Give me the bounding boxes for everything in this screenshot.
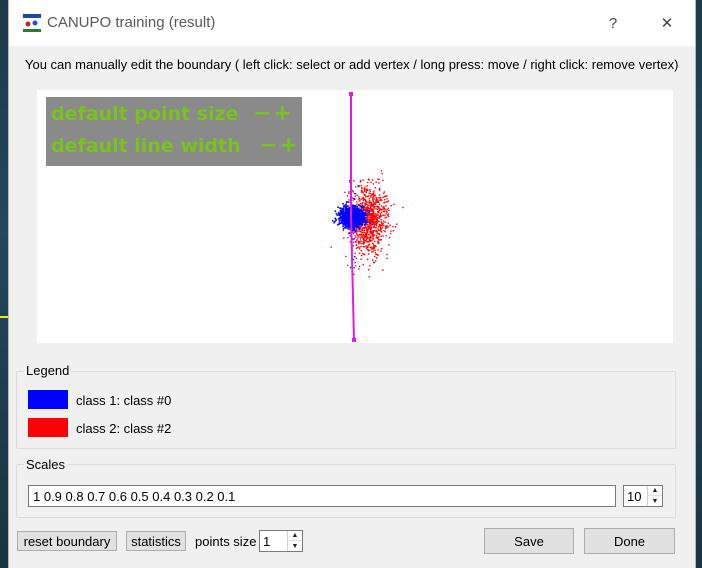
line-width-plus-button[interactable]: + <box>279 133 299 158</box>
points-size-label: points size <box>195 534 257 549</box>
scales-count-value: 10 <box>627 489 642 504</box>
class2-color-swatch <box>28 418 68 437</box>
instructions-text: You can manually edit the boundary ( lef… <box>25 57 679 72</box>
class2-label: class 2: class #2 <box>76 421 172 436</box>
desktop-background-right <box>696 0 702 568</box>
class1-label: class 1: class #0 <box>76 393 172 408</box>
desktop-background-left <box>0 0 8 568</box>
reset-boundary-button[interactable]: reset boundary <box>17 531 117 551</box>
display-options-overlay: default point size − + default line widt… <box>46 97 302 166</box>
point-size-row: default point size − + <box>51 101 292 126</box>
spin-up-icon[interactable]: ▲ <box>648 486 662 496</box>
legend-group <box>16 371 676 449</box>
help-button[interactable]: ? <box>595 6 631 40</box>
boundary-vertex[interactable] <box>352 338 356 342</box>
scales-count-spinbox[interactable]: 10 ▲ ▼ <box>623 485 663 507</box>
legend-title: Legend <box>24 363 72 378</box>
line-width-row: default line width − + <box>51 133 299 158</box>
point-size-minus-button[interactable]: − <box>252 101 272 126</box>
class1-color-swatch <box>28 390 68 409</box>
done-button[interactable]: Done <box>584 528 675 554</box>
window-title: CANUPO training (result) <box>47 14 216 31</box>
scales-title: Scales <box>24 457 68 472</box>
boundary-vertex[interactable] <box>349 92 353 96</box>
points-size-spinbox[interactable]: 1 ▲ ▼ <box>259 530 303 552</box>
point-size-label: default point size <box>51 102 239 125</box>
line-width-minus-button[interactable]: − <box>259 133 279 158</box>
statistics-button[interactable]: statistics <box>126 531 186 551</box>
save-button[interactable]: Save <box>484 528 574 554</box>
spin-down-icon[interactable]: ▼ <box>648 496 662 506</box>
spin-down-icon[interactable]: ▼ <box>288 541 302 551</box>
close-button[interactable]: ✕ <box>649 6 685 40</box>
title-bar[interactable]: CANUPO training (result) ? ✕ <box>9 0 695 46</box>
points-size-value: 1 <box>263 534 271 549</box>
canupo-app-icon <box>22 13 42 33</box>
line-width-label: default line width <box>51 134 241 157</box>
spin-up-icon[interactable]: ▲ <box>288 531 302 541</box>
point-size-plus-button[interactable]: + <box>272 101 292 126</box>
classifier-plot[interactable]: default point size − + default line widt… <box>37 90 673 343</box>
scales-input[interactable]: 1 0.9 0.8 0.7 0.6 0.5 0.4 0.3 0.2 0.1 <box>28 485 616 507</box>
